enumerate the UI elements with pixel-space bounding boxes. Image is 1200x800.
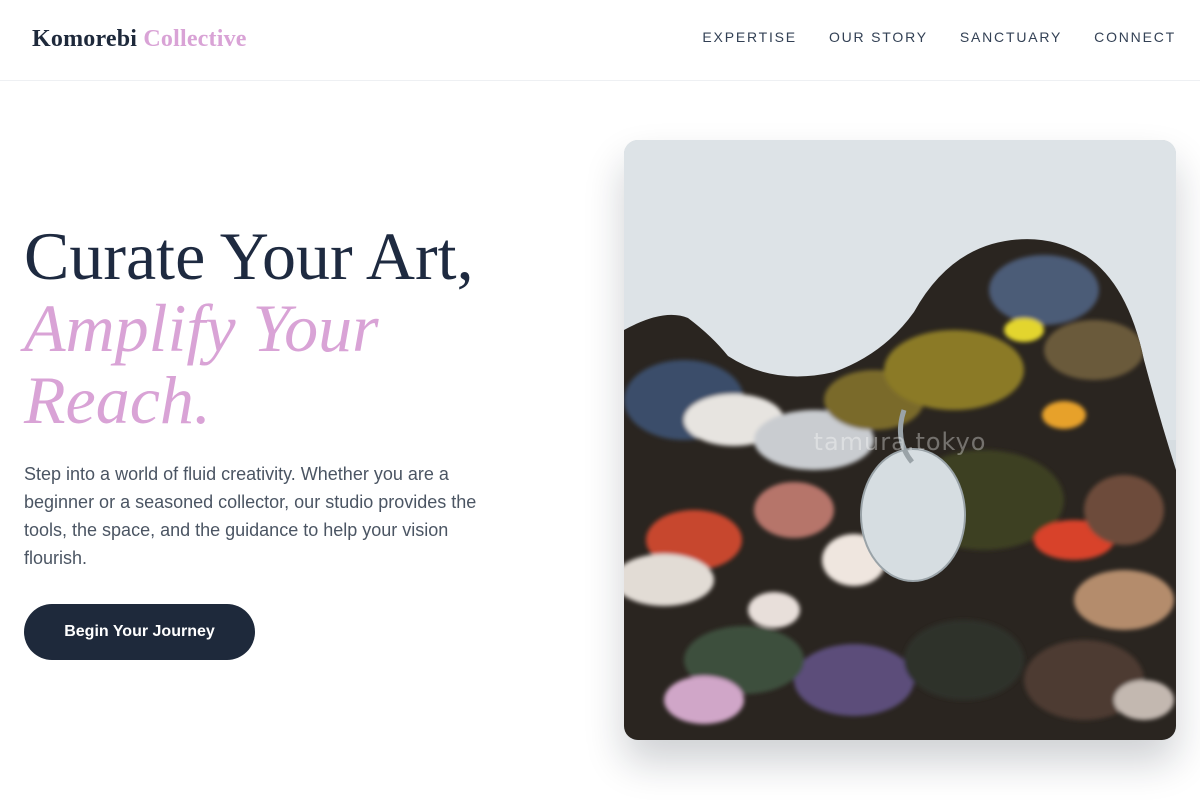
nav-expertise[interactable]: EXPERTISE [702,29,797,45]
hero-image: tamura.tokyo [624,140,1176,740]
image-watermark: tamura.tokyo [813,428,987,456]
hero-description: Step into a world of fluid creativity. W… [24,464,477,568]
begin-journey-button[interactable]: Begin Your Journey [24,604,255,660]
hero-title-accent-line-1: Amplify Your [24,290,379,366]
main-nav: EXPERTISE OUR STORY SANCTUARY CONNECT [702,29,1176,45]
nav-sanctuary[interactable]: SANCTUARY [960,29,1062,45]
hero-title: Curate Your Art, Amplify Your Reach. [24,220,584,436]
nav-our-story[interactable]: OUR STORY [829,29,928,45]
nav-connect[interactable]: CONNECT [1094,29,1176,45]
site-header: Komorebi Collective EXPERTISE OUR STORY … [0,0,1200,81]
logo[interactable]: Komorebi Collective [32,26,247,53]
logo-primary: Komorebi [32,26,138,52]
hero-title-accent-line-2: Reach. [24,362,211,438]
logo-accent: Collective [143,26,247,52]
hero-title-line: Curate Your Art, [24,218,474,294]
